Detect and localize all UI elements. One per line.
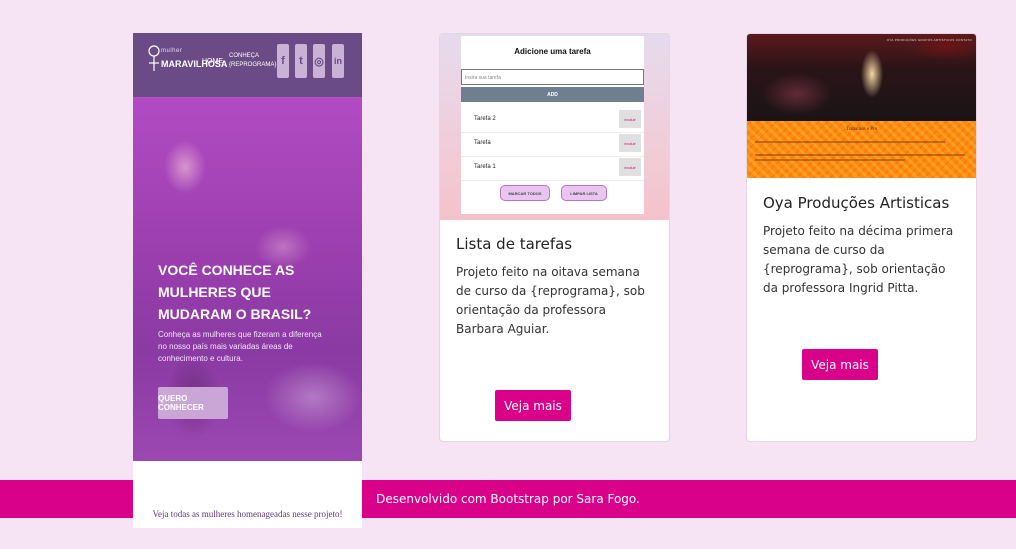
preview-navbar: mulher MARAVILHOSA HOME CONHEÇA {REPROGR…: [133, 33, 362, 97]
twitter-icon[interactable]: t: [295, 44, 307, 78]
todo-app-preview: Adicione uma tarefa Insira sua tarefa AD…: [461, 36, 644, 214]
footer-text: Desenvolvido com Bootstrap por Sara Fogo…: [376, 492, 640, 506]
preview-navbar: OYA PRODUÇÕES GRUPOS ARTÍSTICOS CONTATO: [886, 38, 972, 42]
project-card-mulher-maravilhosa: mulher MARAVILHOSA HOME CONHEÇA {REPROGR…: [133, 33, 362, 528]
veja-mais-button[interactable]: Veja mais: [495, 390, 571, 421]
todo-input[interactable]: Insira sua tarefa: [461, 69, 644, 85]
text-line: [755, 159, 905, 161]
task-label: Tarefa 2: [474, 116, 496, 122]
delete-button[interactable]: excluir: [619, 110, 641, 128]
section-heading: Trabalhos e Pro: [845, 127, 878, 132]
project-thumbnail: OYA PRODUÇÕES GRUPOS ARTÍSTICOS CONTATO …: [747, 34, 976, 178]
text-line: [755, 154, 965, 156]
nav-link-conheca[interactable]: CONHEÇA {REPROGRAMA}: [229, 52, 276, 70]
hero-subtext: Conheça as mulheres que fizeram a difere…: [158, 330, 322, 363]
stage-photo: OYA PRODUÇÕES GRUPOS ARTÍSTICOS CONTATO: [747, 34, 976, 121]
text-line: [755, 141, 945, 143]
project-thumbnail: Adicione uma tarefa Insira sua tarefa AD…: [440, 34, 669, 220]
list-item: Tarefa excluir: [461, 132, 644, 157]
task-label: Tarefa: [474, 140, 491, 146]
mark-all-button[interactable]: MARCAR TODOS: [500, 185, 550, 201]
quero-conhecer-button[interactable]: QUERO CONHECER: [158, 387, 228, 419]
clear-list-button[interactable]: LIMPAR LISTA: [561, 185, 607, 201]
card-bottom-strip: Veja todas as mulheres homenageadas ness…: [133, 480, 362, 528]
homenageadas-link[interactable]: Veja todas as mulheres homenageadas ness…: [133, 509, 362, 519]
project-card-oya: OYA PRODUÇÕES GRUPOS ARTÍSTICOS CONTATO …: [746, 33, 977, 442]
orange-section: Trabalhos e Pro: [747, 121, 976, 178]
task-label: Tarefa 1: [474, 164, 496, 170]
list-item: Tarefa 2 excluir: [461, 108, 644, 133]
card-text: Projeto feito na oitava semana de curso …: [456, 265, 645, 336]
card-title: Lista de tarefas: [456, 235, 573, 253]
card-title: Oya Produções Artisticas: [763, 194, 950, 212]
card-text: Projeto feito na décima primera semana d…: [763, 224, 954, 295]
todo-title: Adicione uma tarefa: [514, 47, 591, 56]
add-button[interactable]: ADD: [461, 87, 644, 102]
brand-subtitle: mulher: [161, 48, 183, 54]
delete-button[interactable]: excluir: [619, 134, 641, 152]
linkedin-icon[interactable]: in: [332, 44, 344, 78]
list-item: Tarefa 1 excluir: [461, 156, 644, 181]
delete-button[interactable]: excluir: [619, 158, 641, 176]
veja-mais-button[interactable]: Veja mais: [802, 349, 878, 380]
nav-link-home[interactable]: HOME: [202, 58, 223, 65]
project-card-lista-de-tarefas: Adicione uma tarefa Insira sua tarefa AD…: [439, 33, 670, 442]
facebook-icon[interactable]: f: [277, 44, 289, 78]
logo-icon: [148, 45, 160, 71]
hero-headline: VOCÊ CONHECE AS MULHERES QUE MUDARAM O B…: [158, 262, 312, 322]
instagram-icon[interactable]: ◎: [313, 44, 325, 78]
